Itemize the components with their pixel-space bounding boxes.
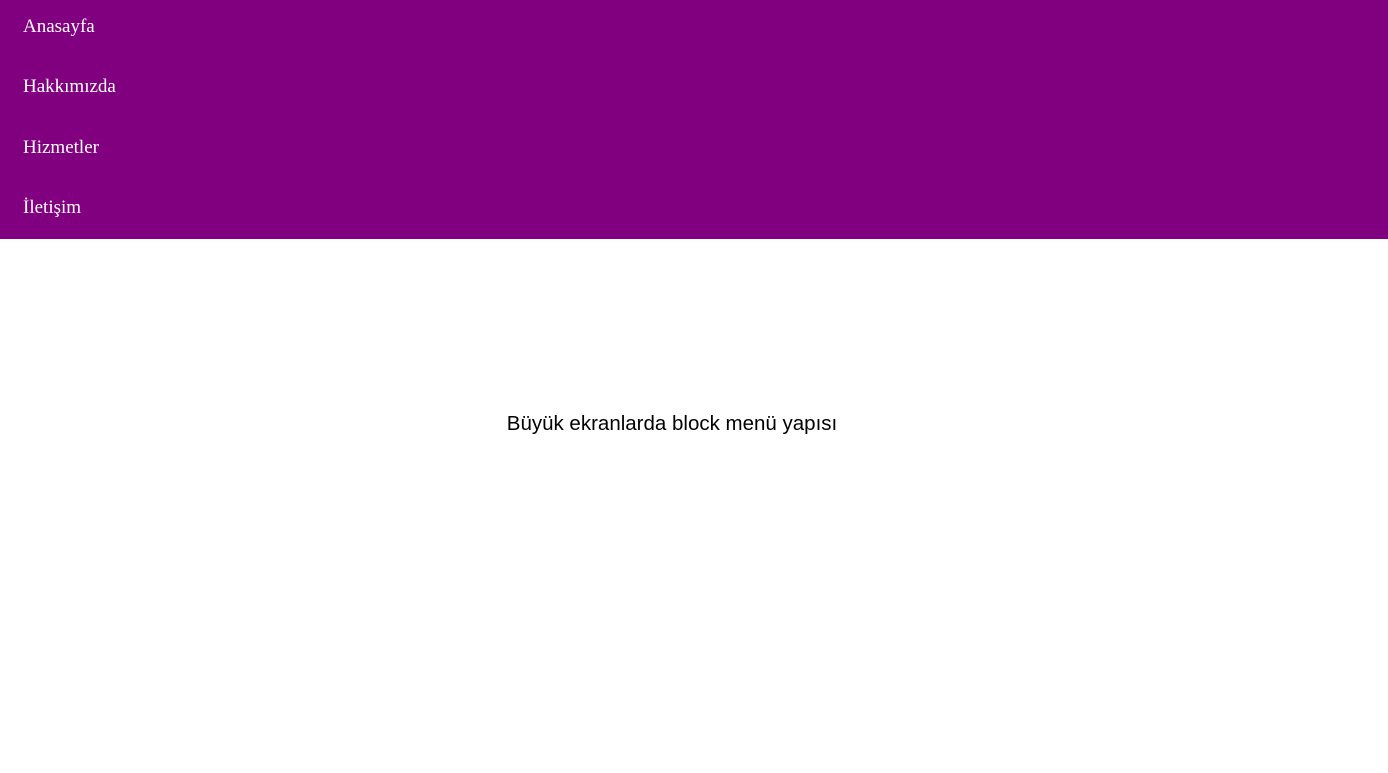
block-menu: Anasayfa Hakkımızda Hizmetler İletişim [0,0,1388,239]
menu-item-hakkimizda[interactable]: Hakkımızda [0,60,1388,120]
menu-item-iletisim[interactable]: İletişim [0,181,1388,241]
menu-list: Anasayfa Hakkımızda Hizmetler İletişim [0,0,1388,239]
menu-item-anasayfa[interactable]: Anasayfa [0,0,1388,60]
page-caption: Büyük ekranlarda block menü yapısı [506,412,838,435]
menu-item-hizmetler[interactable]: Hizmetler [0,121,1388,181]
